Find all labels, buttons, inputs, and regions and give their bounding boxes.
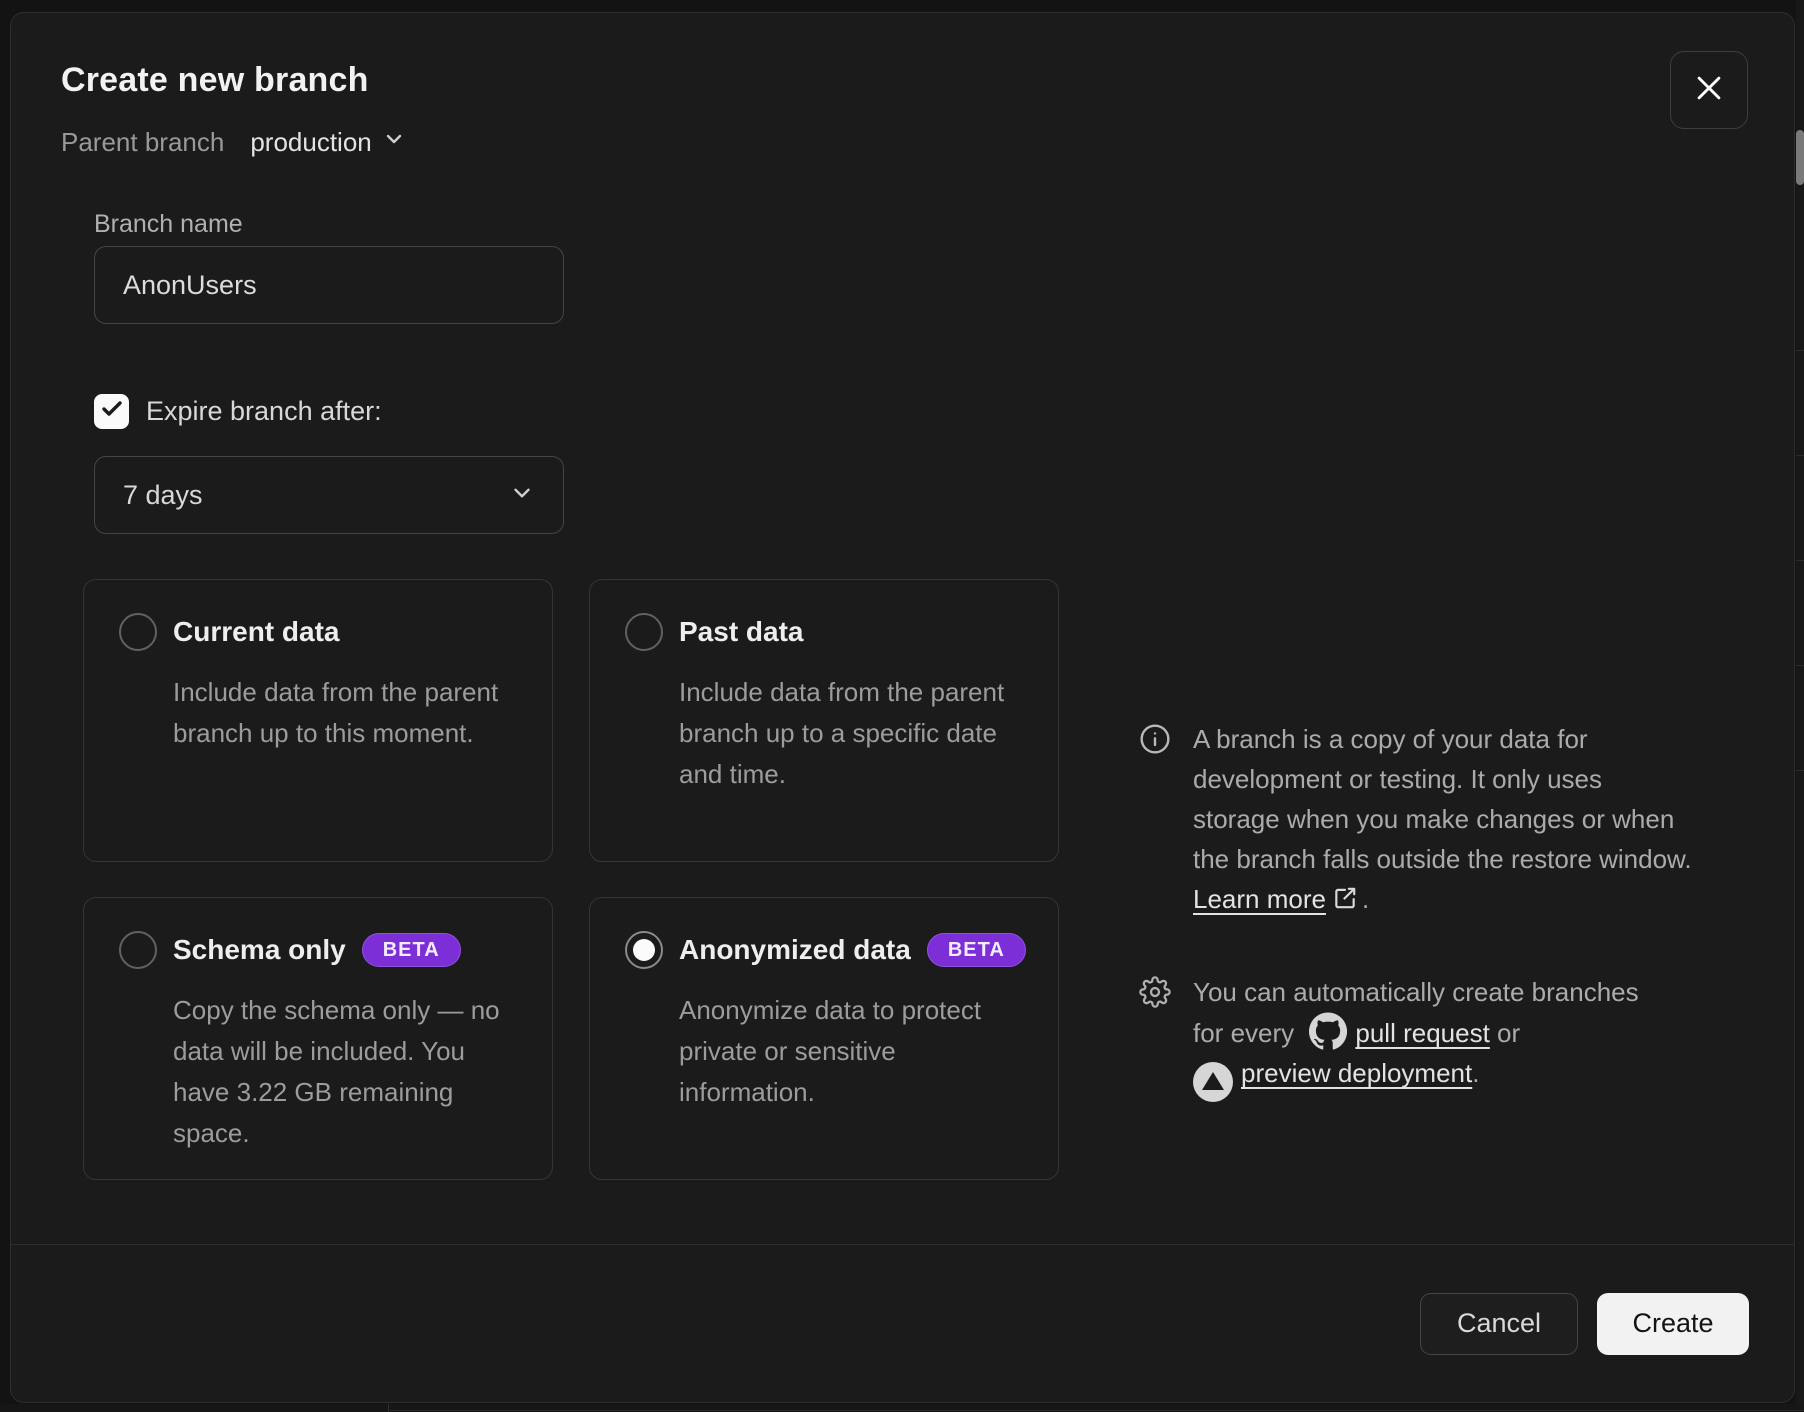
dialog-footer: Cancel Create	[11, 1244, 1794, 1402]
expire-duration-select[interactable]: 7 days	[94, 456, 564, 534]
option-title: Schema only	[173, 934, 346, 966]
expire-checkbox-label: Expire branch after:	[146, 396, 382, 427]
beta-badge: BETA	[927, 933, 1026, 967]
background-page-bottom	[0, 1404, 1804, 1412]
automation-text-line1: You can automatically create branches	[1193, 977, 1639, 1007]
check-icon	[100, 397, 124, 426]
page-row-divider	[1796, 560, 1804, 561]
background-page-strip	[1796, 0, 1804, 1412]
automation-text-prefix: for every	[1193, 1018, 1294, 1048]
parent-branch-label: Parent branch	[61, 127, 224, 158]
sentence-period: .	[1362, 884, 1369, 914]
option-title: Current data	[173, 616, 339, 648]
automation-text-or: or	[1497, 1018, 1520, 1048]
expire-duration-value: 7 days	[123, 480, 203, 511]
option-title: Anonymized data	[679, 934, 911, 966]
option-card-anonymized-data[interactable]: Anonymized data BETA Anonymize data to p…	[589, 897, 1059, 1180]
option-card-schema-only[interactable]: Schema only BETA Copy the schema only — …	[83, 897, 553, 1180]
create-button[interactable]: Create	[1597, 1293, 1749, 1355]
page-row-divider	[1796, 665, 1804, 666]
expire-branch-row: Expire branch after:	[94, 394, 382, 429]
github-icon	[1309, 1012, 1347, 1050]
radio-current-data[interactable]	[119, 613, 157, 651]
branch-info-note: A branch is a copy of your data for deve…	[1139, 719, 1719, 922]
option-description: Copy the schema only — no data will be i…	[173, 990, 522, 1154]
branch-info-text: A branch is a copy of your data for deve…	[1193, 724, 1692, 874]
parent-branch-row: Parent branch production	[61, 127, 406, 158]
page-row-divider	[1796, 770, 1804, 771]
beta-badge: BETA	[362, 933, 461, 967]
page-table-border	[390, 1410, 1804, 1411]
info-panel: A branch is a copy of your data for deve…	[1139, 719, 1719, 1102]
option-card-past-data[interactable]: Past data Include data from the parent b…	[589, 579, 1059, 862]
branch-name-input[interactable]	[94, 246, 564, 324]
automation-note: You can automatically create branches fo…	[1139, 972, 1719, 1102]
sentence-period: .	[1472, 1058, 1479, 1088]
expire-checkbox[interactable]	[94, 394, 129, 429]
external-link-icon	[1332, 882, 1358, 922]
parent-branch-value: production	[250, 127, 371, 158]
option-title: Past data	[679, 616, 804, 648]
chevron-down-icon	[509, 480, 535, 511]
chevron-down-icon	[382, 127, 406, 158]
pull-request-link[interactable]: pull request	[1355, 1018, 1489, 1048]
page-row-divider	[1796, 350, 1804, 351]
radio-anonymized-data[interactable]	[625, 931, 663, 969]
create-branch-dialog: Create new branch Parent branch producti…	[10, 12, 1795, 1403]
data-option-cards: Current data Include data from the paren…	[83, 579, 1059, 1180]
radio-schema-only[interactable]	[119, 931, 157, 969]
preview-deployment-link[interactable]: preview deployment	[1241, 1058, 1472, 1088]
page-row-divider	[1796, 455, 1804, 456]
option-description: Anonymize data to protect private or sen…	[679, 990, 1028, 1113]
info-icon	[1139, 719, 1171, 922]
branch-name-label: Branch name	[94, 210, 243, 239]
option-description: Include data from the parent branch up t…	[173, 672, 522, 754]
dialog-title: Create new branch	[61, 61, 369, 100]
parent-branch-select[interactable]: production	[250, 127, 405, 158]
page-scrollbar[interactable]	[1796, 130, 1804, 185]
cancel-button[interactable]: Cancel	[1420, 1293, 1578, 1355]
page-table-border	[388, 1404, 389, 1412]
close-icon	[1692, 71, 1726, 110]
radio-past-data[interactable]	[625, 613, 663, 651]
learn-more-link[interactable]: Learn more	[1193, 884, 1326, 914]
close-button[interactable]	[1670, 51, 1748, 129]
option-description: Include data from the parent branch up t…	[679, 672, 1028, 795]
vercel-icon	[1193, 1062, 1233, 1102]
gear-icon	[1139, 972, 1171, 1102]
option-card-current-data[interactable]: Current data Include data from the paren…	[83, 579, 553, 862]
